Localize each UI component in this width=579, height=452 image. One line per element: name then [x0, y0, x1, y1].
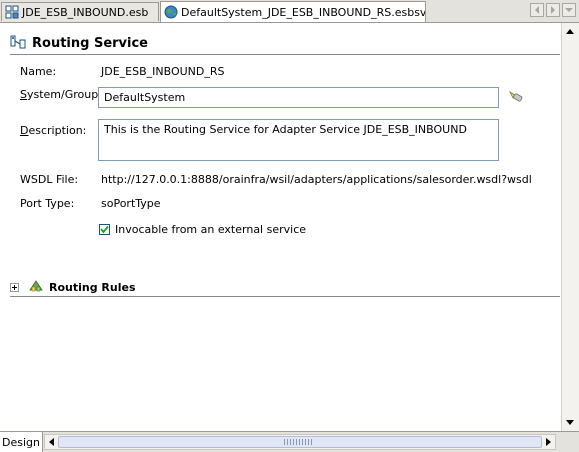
- scroll-left-button[interactable]: [45, 435, 57, 449]
- page-title: Routing Service: [32, 36, 148, 51]
- expand-icon[interactable]: [10, 283, 19, 292]
- editor-tab-strip: JDE_ESB_INBOUND.esb DefaultSystem_JDE_ES…: [0, 0, 579, 23]
- arrow-left-icon: [48, 438, 54, 446]
- routing-rules-title: Routing Rules: [49, 281, 136, 294]
- tab-jde-esb-inbound[interactable]: JDE_ESB_INBOUND.esb: [1, 2, 159, 21]
- esb-system-icon: [5, 5, 19, 19]
- chevron-down-icon: [565, 8, 573, 12]
- section-divider: [10, 54, 560, 55]
- tab-list-button[interactable]: [562, 3, 576, 17]
- scroll-down-button[interactable]: [562, 414, 578, 430]
- tab-label: DefaultSystem_JDE_ESB_INBOUND_RS.esbsvc: [181, 5, 426, 19]
- tab-scroll-right-button[interactable]: [546, 3, 560, 17]
- invocable-checkbox[interactable]: [99, 224, 110, 235]
- routing-rules-divider: [10, 296, 560, 297]
- grip-icon: [284, 439, 314, 445]
- tab-design[interactable]: Design: [0, 432, 43, 452]
- globe-service-icon: [164, 5, 178, 19]
- checkmark-icon: [100, 225, 109, 234]
- description-field[interactable]: This is the Routing Service for Adapter …: [98, 119, 499, 161]
- flashlight-browse-icon[interactable]: [508, 90, 524, 107]
- name-label: Name:: [20, 65, 57, 78]
- name-value: JDE_ESB_INBOUND_RS: [101, 65, 225, 78]
- vertical-scrollbar[interactable]: [561, 23, 579, 431]
- port-type-label: Port Type:: [20, 197, 75, 210]
- tab-default-system-service[interactable]: DefaultSystem_JDE_ESB_INBOUND_RS.esbsvc: [160, 1, 426, 22]
- tab-label: JDE_ESB_INBOUND.esb: [22, 5, 149, 19]
- system-group-label: System/Group:: [20, 88, 102, 101]
- chevron-left-icon: [535, 6, 539, 14]
- scroll-right-button[interactable]: [542, 435, 554, 449]
- routing-service-editor: Routing Service Name: JDE_ESB_INBOUND_RS…: [0, 23, 561, 431]
- routing-service-icon: [10, 34, 26, 53]
- tab-scroll-left-button[interactable]: [530, 3, 544, 17]
- wsdl-file-value: http://127.0.0.1:8888/orainfra/wsil/adap…: [101, 173, 532, 186]
- editor-bottom-bar: Design: [0, 431, 579, 452]
- horizontal-scrollbar[interactable]: [44, 434, 556, 450]
- arrow-down-icon: [566, 419, 574, 425]
- chevron-right-icon: [551, 6, 555, 14]
- port-type-value: soPortType: [101, 197, 161, 210]
- section-header: Routing Service: [10, 34, 148, 53]
- arrow-up-icon: [566, 28, 574, 34]
- system-group-field[interactable]: DefaultSystem: [98, 87, 499, 108]
- description-label: Description:: [20, 124, 87, 137]
- scroll-up-button[interactable]: [562, 23, 578, 39]
- invocable-label[interactable]: Invocable from an external service: [115, 223, 306, 236]
- routing-rules-icon: [28, 278, 44, 297]
- horizontal-scroll-thumb[interactable]: [58, 436, 542, 448]
- wsdl-file-label: WSDL File:: [20, 173, 79, 186]
- arrow-right-icon: [545, 438, 551, 446]
- routing-rules-header[interactable]: Routing Rules: [10, 278, 136, 297]
